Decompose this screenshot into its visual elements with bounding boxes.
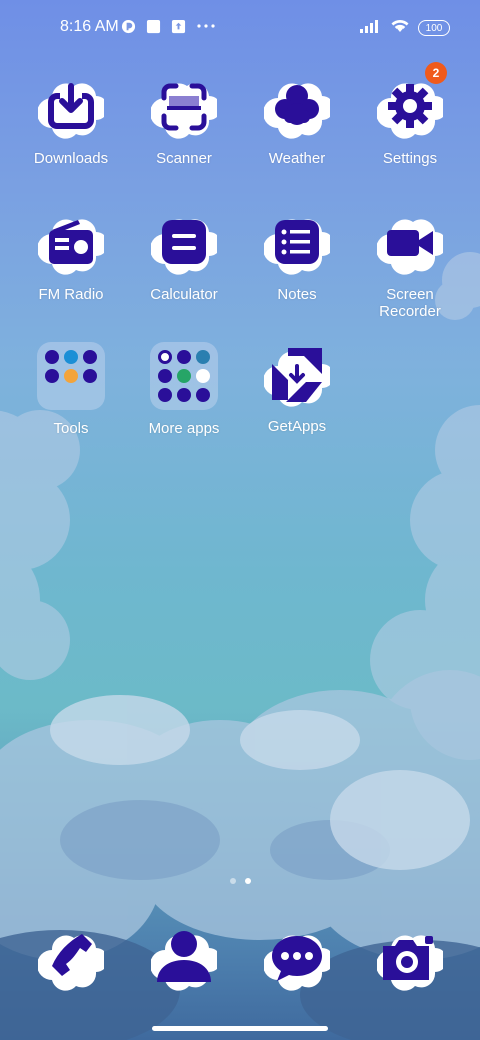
signal-icon [360, 19, 382, 38]
folder-more-apps[interactable]: More apps [129, 342, 239, 437]
mi-icon [120, 18, 136, 34]
app-screen-recorder[interactable]: Screen Recorder [355, 210, 465, 320]
camera-icon [376, 935, 447, 991]
status-time: 8:16 AM [60, 18, 119, 35]
phone-icon [37, 934, 108, 991]
app-label: Notes [277, 286, 317, 303]
scanner-icon [150, 74, 221, 140]
app-label: Calculator [150, 286, 218, 303]
page-dot-active [244, 878, 251, 884]
app-label: Scanner [156, 150, 212, 167]
cloud-icon [263, 74, 334, 140]
video-camera-icon [376, 210, 447, 276]
wifi-icon [390, 18, 410, 38]
folder-icon [37, 342, 105, 410]
app-notes[interactable]: Notes [242, 210, 352, 303]
gear-icon: 2 [376, 62, 447, 140]
getapps-icon [263, 342, 334, 408]
dock-messaging[interactable] [263, 926, 334, 992]
app-fm-radio[interactable]: FM Radio [16, 210, 126, 303]
status-bar: 8:16 AM 100 [0, 0, 480, 56]
app-settings[interactable]: 2 Settings [355, 62, 465, 167]
folder-icon [150, 342, 218, 410]
app-label: GetApps [267, 418, 327, 435]
app-label: Tools [53, 420, 89, 437]
notes-list-icon [263, 210, 334, 276]
app-scanner[interactable]: Scanner [129, 74, 239, 167]
app-label: Weather [268, 150, 326, 167]
app-label: Downloads [33, 150, 109, 167]
app-label: FM Radio [38, 286, 104, 303]
app-label: Screen Recorder [379, 286, 441, 320]
app-label: Settings [382, 150, 438, 167]
radio-icon [37, 210, 108, 276]
battery-icon: 100 [418, 20, 450, 36]
folder-tools[interactable]: Tools [16, 342, 126, 437]
calculator-icon [150, 210, 221, 276]
page-indicator [0, 878, 480, 884]
app-label: More apps [148, 420, 220, 437]
dock-phone[interactable] [37, 926, 108, 992]
app-downloads[interactable]: Downloads [16, 74, 126, 167]
square-notification-icon [145, 18, 161, 34]
message-icon [263, 935, 334, 991]
dock-contacts[interactable] [150, 926, 221, 992]
more-dots-icon [195, 18, 217, 34]
app-calculator[interactable]: Calculator [129, 210, 239, 303]
page-dot [229, 878, 236, 884]
app-getapps[interactable]: GetApps [242, 342, 352, 435]
notification-badge: 2 [425, 62, 447, 84]
download-icon [37, 74, 108, 140]
contacts-icon [150, 931, 221, 991]
home-indicator[interactable] [152, 1026, 328, 1031]
upload-notification-icon [170, 18, 186, 34]
app-weather[interactable]: Weather [242, 74, 352, 167]
dock-camera[interactable] [376, 926, 447, 992]
